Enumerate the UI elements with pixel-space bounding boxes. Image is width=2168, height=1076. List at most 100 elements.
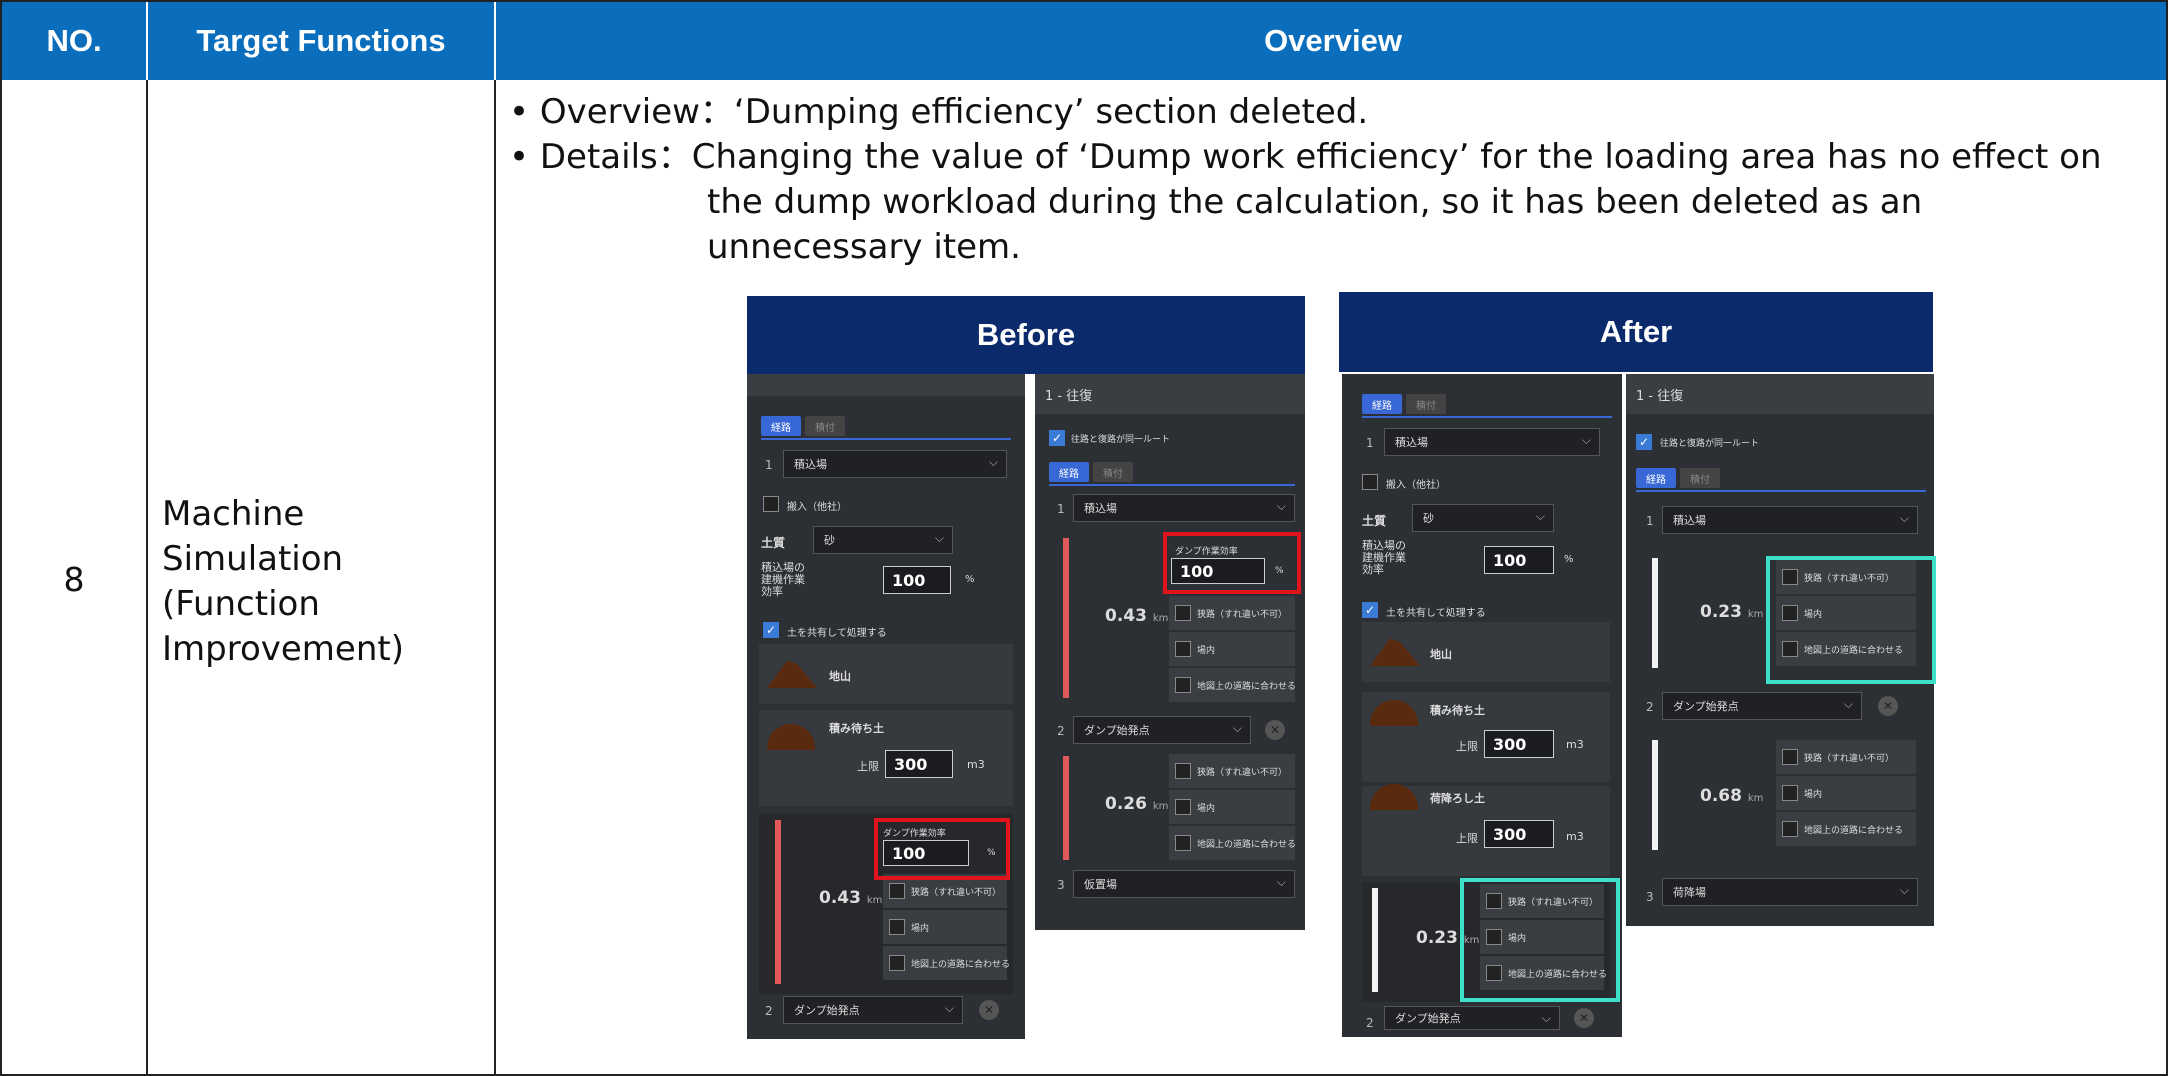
soil-item-waiting: 積み待ち土 — [1430, 704, 1485, 717]
narrow-road-checkbox[interactable] — [1782, 749, 1798, 765]
tab-route[interactable]: 経路 — [1636, 468, 1676, 488]
column-divider — [146, 80, 148, 1074]
share-soil-label: 土を共有して処理する — [1386, 608, 1486, 619]
next-point-select[interactable]: ダンプ始発点 ⌵ — [1662, 692, 1862, 720]
share-soil-checkbox[interactable]: ✓ — [1362, 602, 1378, 618]
close-icon[interactable]: ✕ — [979, 1000, 999, 1020]
next-point-select[interactable]: ダンプ始発点 ⌵ — [1073, 716, 1251, 744]
option-label: 狭路（すれ違い不可） — [911, 888, 1002, 898]
same-route-checkbox[interactable]: ✓ — [1049, 430, 1065, 446]
option-label: 場内 — [1804, 790, 1823, 800]
unload-area-select[interactable]: 荷降場 ⌵ — [1662, 878, 1918, 906]
area-select[interactable]: 積込場 ⌵ — [783, 450, 1007, 478]
chevron-down-icon: ⌵ — [988, 455, 998, 469]
onsite-checkbox[interactable] — [1175, 641, 1191, 657]
efficiency-input[interactable]: 100 — [1484, 546, 1554, 574]
label-line: 効率 — [1362, 563, 1384, 576]
tab-loading[interactable]: 積付 — [1680, 468, 1720, 488]
target-line: Simulation — [162, 539, 344, 579]
before-banner: Before — [747, 296, 1305, 374]
same-route-label: 往路と復路が同一ルート — [1660, 439, 1760, 449]
narrow-road-checkbox[interactable] — [889, 883, 905, 899]
target-line: Machine — [162, 494, 305, 534]
tab-route[interactable]: 経路 — [1362, 394, 1402, 414]
tab-route[interactable]: 経路 — [761, 416, 801, 436]
narrow-road-checkbox[interactable] — [1175, 763, 1191, 779]
close-icon[interactable]: ✕ — [1265, 720, 1285, 740]
route-index: 2 — [1366, 1016, 1374, 1030]
option-onsite: 場内 — [883, 910, 1007, 944]
import-checkbox[interactable] — [1362, 474, 1378, 490]
soil-label: 土質 — [1362, 514, 1387, 528]
tab-route[interactable]: 経路 — [1049, 462, 1089, 482]
route-index: 1 — [765, 458, 773, 472]
chevron-down-icon: ⌵ — [1232, 721, 1242, 735]
soil-select[interactable]: 砂 ⌵ — [1412, 504, 1554, 532]
after-banner: After — [1339, 292, 1933, 372]
efficiency-input[interactable]: 100 — [883, 566, 951, 594]
tab-loading[interactable]: 積付 — [1093, 462, 1133, 482]
tab-loading[interactable]: 積付 — [1406, 394, 1446, 414]
select-value: 仮置場 — [1084, 878, 1117, 891]
option-label: 場内 — [1197, 804, 1216, 814]
select-value: 砂 — [824, 534, 835, 547]
select-value: ダンプ始発点 — [1084, 724, 1150, 737]
header-overview: Overview — [1264, 23, 1402, 58]
soil-item-waiting: 積み待ち土 — [829, 722, 884, 735]
limit-input[interactable]: 300 — [1484, 730, 1554, 758]
option-label: 地図上の道路に合わせる — [1804, 826, 1904, 836]
distance-unit: km — [1747, 609, 1764, 620]
chevron-down-icon: ⌵ — [1541, 1011, 1551, 1025]
option-narrow: 狭路（すれ違い不可） — [1169, 754, 1295, 788]
map-road-checkbox[interactable] — [1175, 677, 1191, 693]
close-icon[interactable]: ✕ — [1574, 1008, 1594, 1028]
temp-storage-select[interactable]: 仮置場 ⌵ — [1073, 870, 1295, 898]
soil-item-natural: 地山 — [829, 670, 851, 683]
close-icon[interactable]: ✕ — [1878, 696, 1898, 716]
option-map-road: 地図上の道路に合わせる — [883, 946, 1011, 980]
map-road-checkbox[interactable] — [1782, 821, 1798, 837]
limit-label: 上限 — [1456, 740, 1478, 753]
route-title: 1 - 往復 — [1626, 374, 1934, 414]
import-checkbox[interactable] — [763, 496, 779, 512]
limit-input[interactable]: 300 — [885, 750, 953, 778]
route-bar — [1372, 888, 1378, 992]
efficiency-label: 積込場の 建機作業 効率 — [761, 562, 805, 598]
next-point-select[interactable]: ダンプ始発点 ⌵ — [783, 996, 963, 1024]
option-label: 場内 — [911, 924, 930, 934]
chevron-down-icon: ⌵ — [1581, 433, 1591, 447]
soil-label: 土質 — [761, 536, 786, 550]
map-road-checkbox[interactable] — [1175, 835, 1191, 851]
option-map-road: 地図上の道路に合わせる — [1169, 826, 1296, 860]
area-select[interactable]: 積込場 ⌵ — [1073, 494, 1295, 522]
narrow-road-checkbox[interactable] — [1175, 605, 1191, 621]
route-bar — [775, 820, 781, 984]
tab-loading[interactable]: 積付 — [805, 416, 845, 436]
option-label: 地図上の道路に合わせる — [1197, 682, 1297, 692]
after-highlight-options — [1766, 556, 1936, 684]
area-select[interactable]: 積込場 ⌵ — [1662, 506, 1918, 534]
onsite-checkbox[interactable] — [1782, 785, 1798, 801]
details-line: unnecessary item. — [707, 227, 1021, 267]
efficiency-label: 積込場の 建機作業 効率 — [1362, 540, 1406, 576]
onsite-checkbox[interactable] — [1175, 799, 1191, 815]
distance-unit: km — [1152, 801, 1169, 812]
after-highlight-options — [1460, 878, 1620, 1002]
map-road-checkbox[interactable] — [889, 955, 905, 971]
soil-select[interactable]: 砂 ⌵ — [813, 526, 953, 554]
option-narrow: 狭路（すれ違い不可） — [1169, 596, 1295, 630]
select-value: 積込場 — [1395, 436, 1428, 449]
area-select[interactable]: 積込場 ⌵ — [1384, 428, 1600, 456]
distance-value: 0.43 — [1105, 606, 1147, 626]
share-soil-checkbox[interactable]: ✓ — [763, 622, 779, 638]
onsite-checkbox[interactable] — [889, 919, 905, 935]
limit-label: 上限 — [1456, 832, 1478, 845]
next-point-select[interactable]: ダンプ始発点 ⌵ — [1384, 1006, 1560, 1030]
limit-input[interactable]: 300 — [1484, 820, 1554, 848]
share-soil-label: 土を共有して処理する — [787, 628, 887, 639]
option-label: 地図上の道路に合わせる — [911, 960, 1011, 970]
same-route-checkbox[interactable]: ✓ — [1636, 434, 1652, 450]
soil-item-natural: 地山 — [1430, 648, 1452, 661]
percent-unit: % — [1564, 554, 1574, 565]
chevron-down-icon: ⌵ — [1276, 875, 1286, 889]
